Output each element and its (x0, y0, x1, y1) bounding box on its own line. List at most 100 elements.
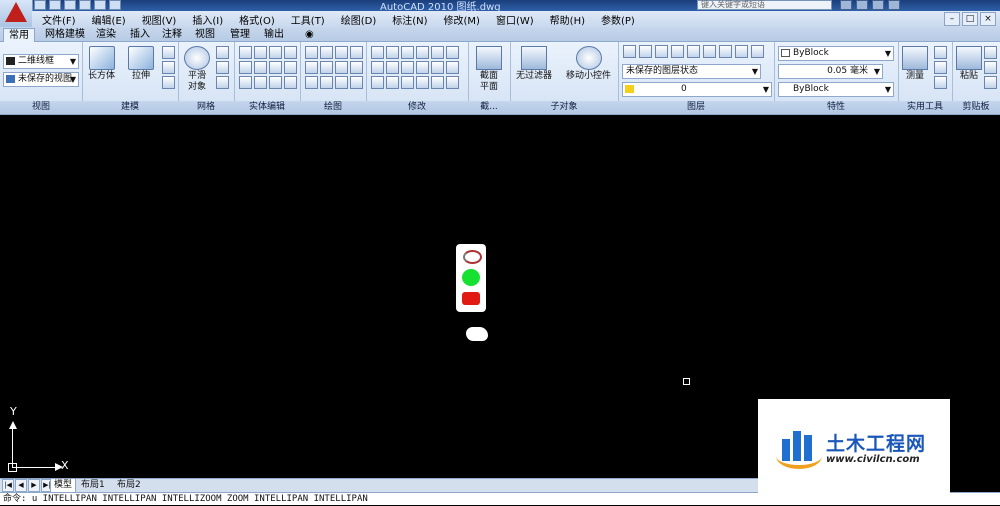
next-layout-icon[interactable]: ▶ (28, 479, 40, 492)
panel-solid-editing-title[interactable]: 实体编辑 (234, 101, 300, 114)
panel-modify-title[interactable]: 修改 (366, 101, 468, 114)
break-icon[interactable] (431, 76, 444, 89)
point-icon[interactable] (350, 76, 363, 89)
panel-properties-title[interactable]: 特性 (774, 101, 898, 114)
quick-select-icon[interactable] (934, 46, 947, 59)
box-button[interactable]: 长方体 (88, 44, 115, 82)
scale-icon[interactable] (431, 46, 444, 59)
cut-icon[interactable] (984, 46, 997, 59)
arc-icon[interactable] (335, 46, 348, 59)
panel-view-title[interactable]: 视图 (0, 101, 82, 114)
match-properties-icon[interactable] (984, 76, 997, 89)
region-icon[interactable] (335, 76, 348, 89)
no-filter-button[interactable]: 无过滤器 (516, 44, 552, 82)
menu-parametric[interactable]: 参数(P) (593, 12, 643, 27)
copy-icon[interactable] (416, 76, 429, 89)
chamfer-icon[interactable] (446, 76, 459, 89)
move-gizmo-button[interactable]: 移动小控件 (566, 44, 611, 82)
tab-model[interactable]: 模型 (50, 479, 77, 493)
panel-clipboard-title[interactable]: 剪贴板 (952, 101, 1000, 114)
menu-tools[interactable]: 工具(T) (283, 12, 333, 27)
layer-dropdown[interactable]: 0 ▼ (622, 82, 772, 97)
polyline-icon[interactable] (320, 46, 333, 59)
panel-draw-title[interactable]: 绘图 (300, 101, 366, 114)
layer-match-icon[interactable] (735, 45, 748, 58)
mesh-refine-icon[interactable] (216, 61, 229, 74)
union-icon[interactable] (239, 46, 252, 59)
tab-insert[interactable]: 插入 (125, 28, 155, 41)
intersect-icon[interactable] (239, 76, 252, 89)
shell-icon[interactable] (269, 76, 282, 89)
panel-layers-title[interactable]: 图层 (618, 101, 774, 114)
ribbon-minimize-icon[interactable]: ◉ (300, 28, 319, 41)
menu-format[interactable]: 格式(O) (231, 12, 283, 27)
mesh-crease-icon[interactable] (216, 76, 229, 89)
presspull-icon[interactable] (162, 61, 175, 74)
slice-icon[interactable] (254, 76, 267, 89)
view-dropdown[interactable]: 未保存的视图 ▼ (3, 72, 79, 87)
menu-dimension[interactable]: 标注(N) (384, 12, 435, 27)
layer-properties-icon[interactable] (623, 45, 636, 58)
open-icon[interactable] (49, 0, 61, 10)
linetype-dropdown[interactable]: ByBlock ▼ (778, 82, 894, 97)
search-input[interactable]: 键入关键字或短语 (697, 0, 832, 10)
id-point-icon[interactable] (934, 76, 947, 89)
spline-icon[interactable] (305, 61, 318, 74)
extrude-faces-icon[interactable] (269, 46, 282, 59)
circle-icon[interactable] (350, 46, 363, 59)
separate-icon[interactable] (284, 46, 297, 59)
polygon-icon[interactable] (305, 76, 318, 89)
hatch-icon[interactable] (320, 76, 333, 89)
subtract-icon[interactable] (239, 61, 252, 74)
print-icon[interactable] (109, 0, 121, 10)
measure-button[interactable]: 测量 (902, 44, 928, 82)
panel-mesh-title[interactable]: 网格 (178, 101, 234, 114)
extract-edges-icon[interactable] (254, 46, 267, 59)
smooth-object-button[interactable]: 平滑 对象 (184, 44, 210, 93)
check-icon[interactable] (284, 76, 297, 89)
menu-file[interactable]: 文件(F) (34, 12, 84, 27)
save-icon[interactable] (64, 0, 76, 10)
paste-button[interactable]: 粘贴 (956, 44, 982, 82)
ellipse-icon[interactable] (335, 61, 348, 74)
copy-clip-icon[interactable] (984, 61, 997, 74)
trim-icon[interactable] (371, 46, 384, 59)
construction-line-icon[interactable] (320, 61, 333, 74)
rectangle-icon[interactable] (350, 61, 363, 74)
undo-icon[interactable] (79, 0, 91, 10)
sweep-icon[interactable] (162, 76, 175, 89)
align-icon[interactable] (386, 76, 399, 89)
tab-home[interactable]: 常用 (3, 28, 35, 42)
layer-isolate-icon[interactable] (655, 45, 668, 58)
taper-faces-icon[interactable] (269, 61, 282, 74)
zoom-icon[interactable] (462, 292, 480, 305)
communication-icon[interactable] (856, 0, 868, 10)
3d-mirror-icon[interactable] (371, 76, 384, 89)
menu-modify[interactable]: 修改(M) (436, 12, 488, 27)
tab-mesh-modeling[interactable]: 网格建模 (40, 28, 90, 41)
extrude-button[interactable]: 拉伸 (128, 44, 154, 82)
panel-modeling-title[interactable]: 建模 (82, 101, 178, 114)
layer-lock-icon[interactable] (719, 45, 732, 58)
restore-icon[interactable]: □ (962, 12, 978, 26)
tab-layout2[interactable]: 布局2 (114, 479, 144, 492)
section-plane-button[interactable]: 截面 平面 (476, 44, 502, 93)
gizmo-icon[interactable] (386, 46, 399, 59)
visual-style-dropdown[interactable]: 二维线框 ▼ (3, 54, 79, 69)
tab-annotate[interactable]: 注释 (157, 28, 187, 41)
tab-manage[interactable]: 管理 (225, 28, 255, 41)
explode-icon[interactable] (431, 61, 444, 74)
panel-utilities-title[interactable]: 实用工具 (898, 101, 952, 114)
offset-icon[interactable] (386, 61, 399, 74)
first-layout-icon[interactable]: |◀ (2, 479, 14, 492)
favorites-icon[interactable] (872, 0, 884, 10)
erase-icon[interactable] (401, 76, 414, 89)
move-icon[interactable] (401, 46, 414, 59)
clean-icon[interactable] (284, 61, 297, 74)
layer-state-icon[interactable] (639, 45, 652, 58)
pan-icon[interactable] (462, 269, 480, 286)
line-icon[interactable] (305, 46, 318, 59)
panel-section-title[interactable]: 截... (468, 101, 510, 114)
mirror-icon[interactable] (416, 61, 429, 74)
orbit-icon[interactable] (463, 250, 482, 264)
